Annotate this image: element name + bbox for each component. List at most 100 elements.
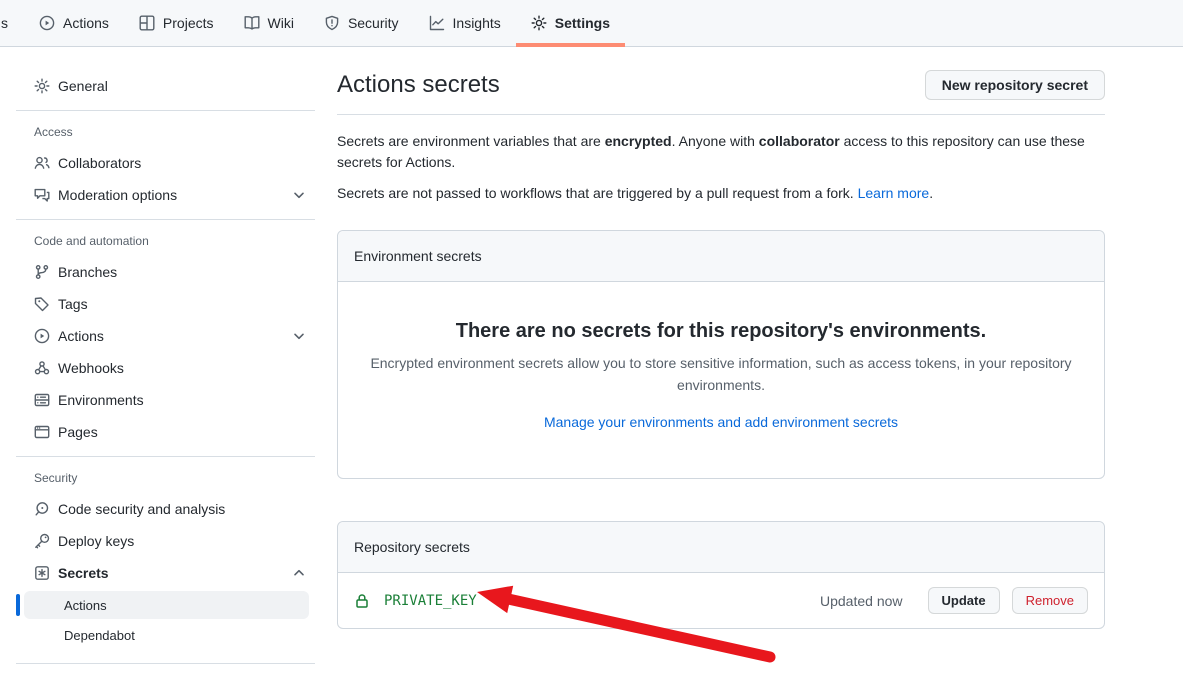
tab-label: Settings [555,15,610,31]
actions-secrets-page: Actions secrets New repository secret Se… [337,70,1105,629]
fork-note-text: Secrets are not passed to workflows that… [337,185,858,201]
repo-tabs: Actions Projects Wiki Security Insights [24,0,625,46]
environment-secrets-empty-state: There are no secrets for this repository… [338,282,1104,478]
sidebar-item-secrets[interactable]: Secrets [16,557,315,589]
sidebar-item-webhooks[interactable]: Webhooks [16,352,315,384]
git-branch-icon [34,264,50,280]
description-text: . Anyone with [672,133,759,149]
sidebar-item-environments[interactable]: Environments [16,384,315,416]
chevron-down-icon [291,187,307,203]
active-indicator [16,594,20,616]
new-repository-secret-button[interactable]: New repository secret [925,70,1105,100]
play-icon [39,15,55,31]
environment-secrets-box: Environment secrets There are no secrets… [337,230,1105,479]
secret-updated-timestamp: Updated now [820,593,903,609]
description-bold-collaborator: collaborator [759,133,840,149]
sidebar-item-label: Moderation options [58,187,177,203]
tag-icon [34,296,50,312]
shield-icon [324,15,340,31]
sidebar-divider [16,219,315,220]
play-icon [34,328,50,344]
asterisk-box-icon [34,565,50,581]
fork-note-period: . [929,185,933,201]
sidebar-item-collaborators[interactable]: Collaborators [16,147,315,179]
sidebar-subitem-secrets-actions[interactable]: Actions [24,591,309,619]
tab-label: Insights [453,15,501,31]
chevron-down-icon [291,328,307,344]
environment-secrets-header-label: Environment secrets [354,248,482,264]
tab-projects[interactable]: Projects [124,0,229,46]
chevron-up-icon [291,565,307,581]
sidebar-item-code-security[interactable]: Code security and analysis [16,493,315,525]
settings-sidebar: General Access Collaborators Moderation … [16,70,315,672]
manage-environments-link[interactable]: Manage your environments and add environ… [544,414,898,430]
tab-insights[interactable]: Insights [414,0,516,46]
sidebar-item-label: Secrets [58,565,109,581]
project-icon [139,15,155,31]
repository-secrets-box: Repository secrets PRIVATE_KEY Updated n… [337,521,1105,629]
empty-state-title: There are no secrets for this repository… [362,320,1080,343]
sidebar-item-label: General [58,78,108,94]
sidebar-item-branches[interactable]: Branches [16,256,315,288]
sidebar-item-tags[interactable]: Tags [16,288,315,320]
tab-wiki[interactable]: Wiki [229,0,309,46]
description-text: Secrets are environment variables that a… [337,133,605,149]
sidebar-item-label: Webhooks [58,360,124,376]
people-icon [34,155,50,171]
update-secret-button[interactable]: Update [928,587,1000,614]
sidebar-subitem-label: Actions [64,598,107,613]
key-icon [34,533,50,549]
sidebar-item-moderation-options[interactable]: Moderation options [16,179,315,211]
graph-icon [429,15,445,31]
sidebar-item-label: Pages [58,424,98,440]
sidebar-item-label: Actions [58,328,104,344]
sidebar-section-access: Access [16,119,315,147]
environment-secrets-header: Environment secrets [338,231,1104,282]
remove-secret-button[interactable]: Remove [1012,587,1088,614]
tab-label: Wiki [268,15,294,31]
secret-name: PRIVATE_KEY [384,593,477,609]
sidebar-item-label: Collaborators [58,155,141,171]
sidebar-divider [16,663,315,664]
sidebar-divider [16,456,315,457]
sidebar-item-label: Deploy keys [58,533,134,549]
sidebar-item-actions[interactable]: Actions [16,320,315,352]
secrets-description: Secrets are environment variables that a… [337,131,1105,173]
tab-label: Security [348,15,399,31]
sidebar-item-pages[interactable]: Pages [16,416,315,448]
empty-state-description: Encrypted environment secrets allow you … [362,353,1080,396]
tab-security[interactable]: Security [309,0,414,46]
repository-secrets-header-label: Repository secrets [354,539,470,555]
tab-label: Actions [63,15,109,31]
sidebar-item-label: Code security and analysis [58,501,225,517]
sidebar-item-label: Tags [58,296,88,312]
lock-icon [354,593,370,609]
sidebar-item-label: Environments [58,392,144,408]
sidebar-item-general[interactable]: General [16,70,315,102]
sidebar-item-deploy-keys[interactable]: Deploy keys [16,525,315,557]
tab-settings[interactable]: Settings [516,0,625,46]
server-icon [34,392,50,408]
book-icon [244,15,260,31]
webhook-icon [34,360,50,376]
fork-note: Secrets are not passed to workflows that… [337,183,1105,204]
description-bold-encrypted: encrypted [605,133,672,149]
sidebar-subitem-label: Dependabot [64,628,135,643]
clipped-tab-fragment[interactable]: s [1,15,8,31]
page-header: Actions secrets New repository secret [337,70,1105,115]
tab-actions[interactable]: Actions [24,0,124,46]
sidebar-subitem-secrets-dependabot[interactable]: Dependabot [24,621,309,649]
repository-secrets-header: Repository secrets [338,522,1104,573]
comment-discussion-icon [34,187,50,203]
gear-icon [531,15,547,31]
tab-label: Projects [163,15,214,31]
browser-icon [34,424,50,440]
sidebar-divider [16,110,315,111]
secret-row: PRIVATE_KEY Updated now Update Remove [338,573,1104,628]
codescan-icon [34,501,50,517]
gear-icon [34,78,50,94]
page-title: Actions secrets [337,71,500,99]
repo-tab-bar: s Actions Projects Wiki Security [0,0,1183,47]
learn-more-link[interactable]: Learn more [858,185,930,201]
sidebar-section-security: Security [16,465,315,493]
